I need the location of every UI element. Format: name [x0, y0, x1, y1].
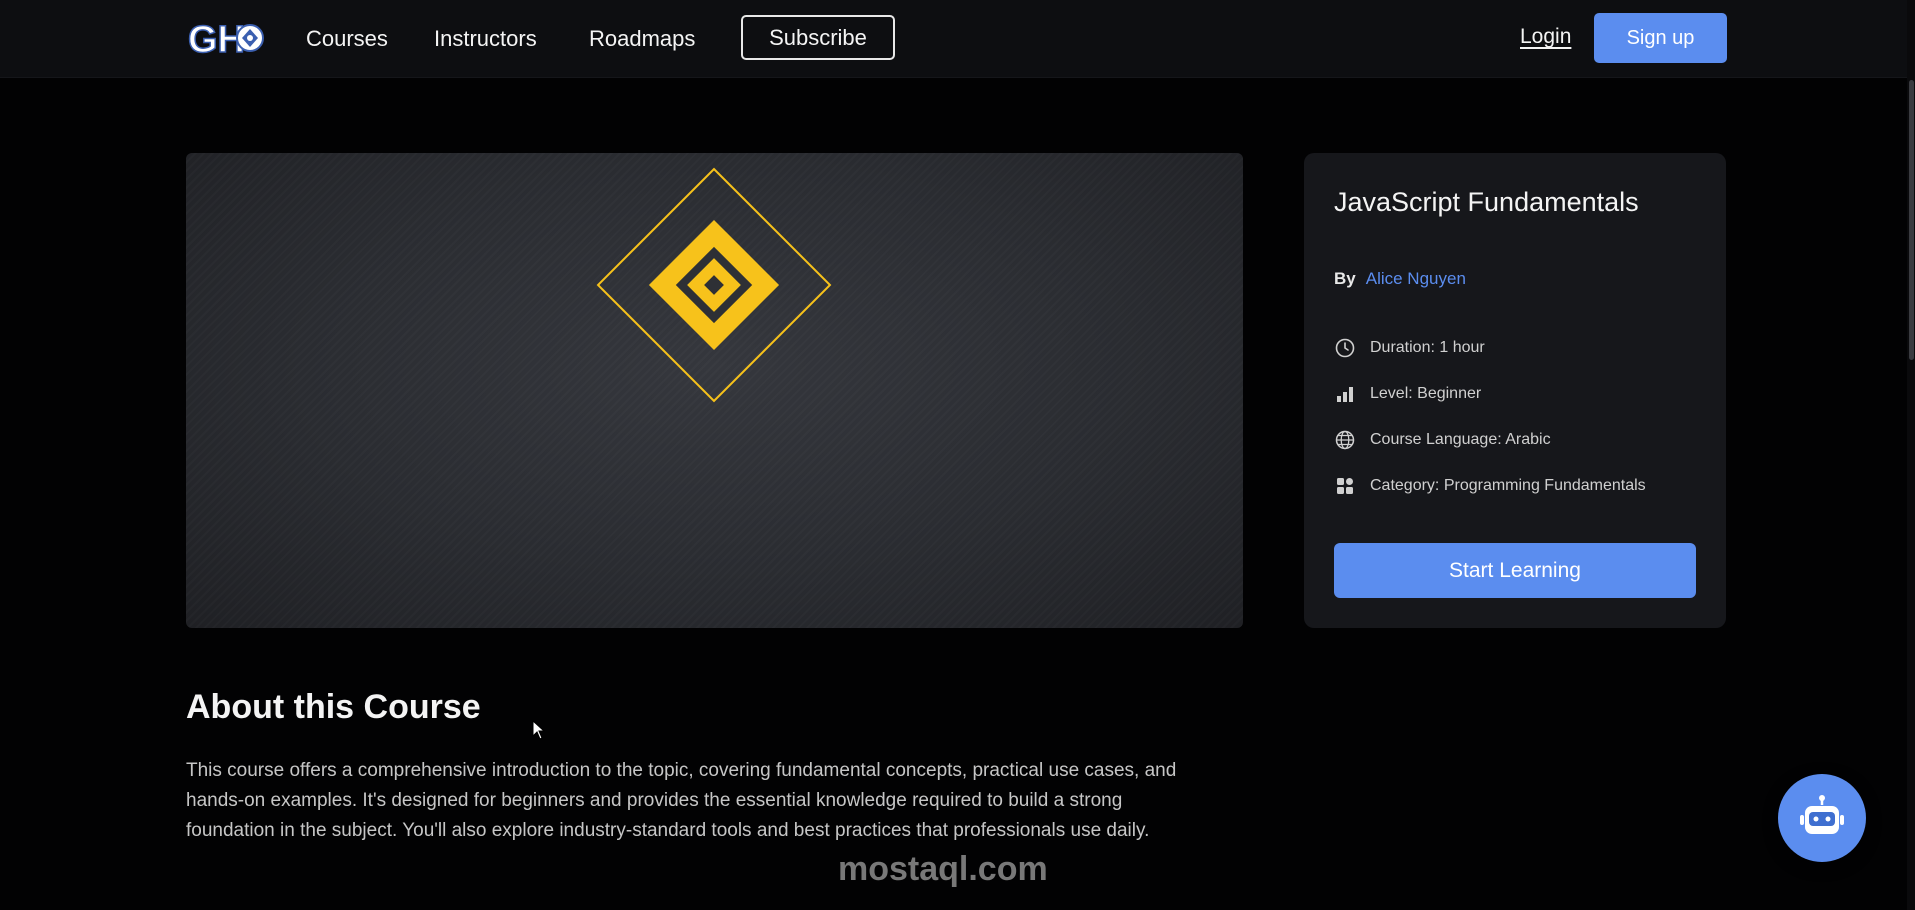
category-text: Category: Programming Fundamentals	[1370, 477, 1646, 494]
course-info-card: JavaScript Fundamentals By Alice Nguyen D…	[1304, 153, 1726, 628]
nav-instructors[interactable]: Instructors	[434, 25, 537, 53]
language-row: Course Language: Arabic	[1334, 427, 1551, 453]
author-link[interactable]: Alice Nguyen	[1366, 269, 1466, 288]
category-row: Category: Programming Fundamentals	[1334, 473, 1646, 499]
top-navbar: GH Courses Instructors Roadmaps Subscrib…	[0, 0, 1915, 78]
assistant-chat-button[interactable]	[1778, 774, 1866, 862]
language-text: Course Language: Arabic	[1370, 431, 1551, 448]
duration-row: Duration: 1 hour	[1334, 335, 1485, 361]
signup-button[interactable]: Sign up	[1594, 13, 1727, 63]
level-row: Level: Beginner	[1334, 381, 1481, 407]
about-title: About this Course	[186, 688, 481, 726]
nav-courses[interactable]: Courses	[306, 25, 388, 53]
start-learning-button[interactable]: Start Learning	[1334, 543, 1696, 598]
author-prefix: By	[1334, 269, 1356, 288]
logo-icon: GH	[187, 18, 264, 62]
subscribe-button[interactable]: Subscribe	[741, 15, 895, 60]
site-logo[interactable]: GH	[186, 14, 266, 62]
course-emblem-icon	[596, 167, 832, 403]
scrollbar-thumb[interactable]	[1909, 80, 1914, 360]
course-page: GH Courses Instructors Roadmaps Subscrib…	[0, 0, 1915, 910]
course-hero-image	[186, 153, 1243, 628]
bar-chart-icon	[1334, 383, 1356, 405]
course-title: JavaScript Fundamentals	[1334, 187, 1639, 217]
level-text: Level: Beginner	[1370, 385, 1482, 402]
about-description: This course offers a comprehensive intro…	[186, 760, 1177, 841]
mouse-cursor-icon	[532, 720, 546, 740]
robot-icon	[1800, 795, 1844, 834]
duration-text: Duration: 1 hour	[1370, 339, 1485, 356]
globe-icon	[1334, 429, 1356, 451]
author-row: By Alice Nguyen	[1334, 269, 1466, 289]
login-link[interactable]: Login	[1520, 25, 1571, 49]
watermark: mostaql.com	[838, 850, 1048, 888]
nav-roadmaps[interactable]: Roadmaps	[589, 25, 695, 53]
clock-icon	[1334, 337, 1356, 359]
grid-icon	[1334, 475, 1356, 497]
